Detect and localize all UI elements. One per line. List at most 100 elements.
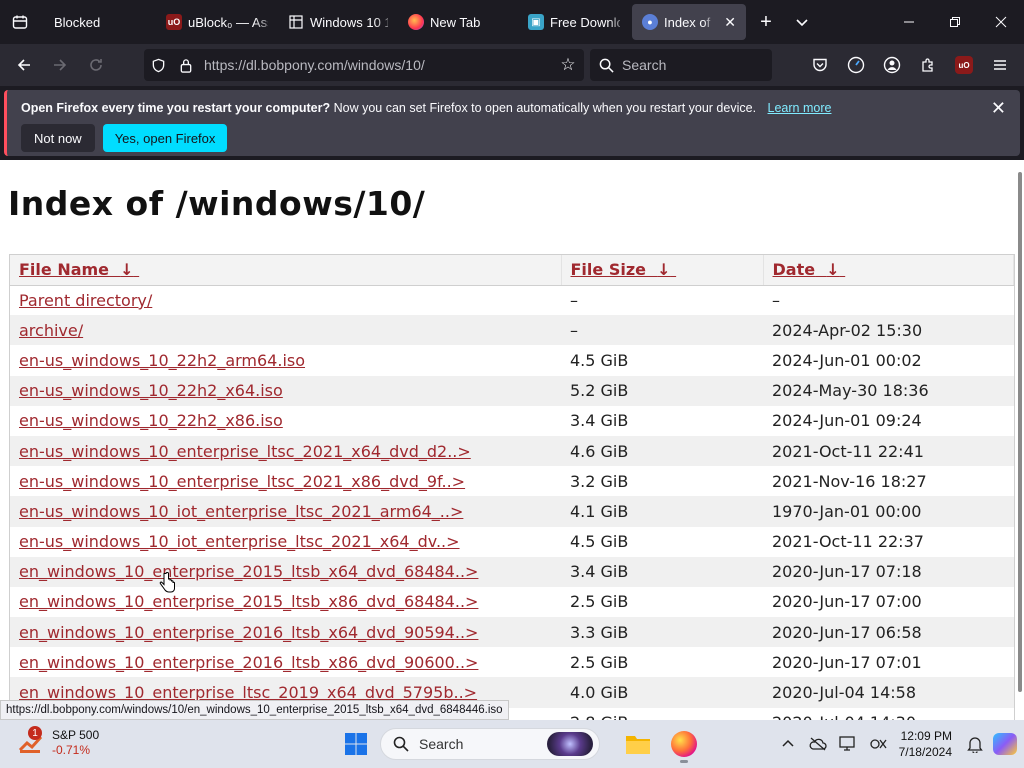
tab-free-download[interactable]: ▣ Free Downloa [518, 0, 630, 44]
file-explorer-button[interactable] [618, 724, 658, 764]
file-link[interactable]: en_windows_10_enterprise_2015_ltsb_x64_d… [19, 562, 478, 581]
tab-ublock[interactable]: uO uBlock₀ — Ass [156, 0, 278, 44]
file-link[interactable]: en_windows_10_enterprise_2016_ltsb_x64_d… [19, 623, 478, 642]
pocket-button[interactable] [802, 49, 838, 81]
table-row: Parent directory/ – – [10, 285, 1014, 315]
file-size-cell: 3.3 GiB [561, 617, 763, 648]
stock-widget[interactable]: 1 S&P 500 -0.71% [18, 726, 100, 758]
file-link[interactable]: en-us_windows_10_enterprise_ltsc_2021_x6… [19, 442, 471, 461]
file-link[interactable]: en-us_windows_10_22h2_x64.iso [19, 381, 283, 400]
notification-title: Open Firefox every time you restart your… [21, 101, 331, 115]
clock-date: 7/18/2024 [898, 745, 952, 759]
reload-button[interactable] [78, 49, 114, 81]
not-now-button[interactable]: Not now [21, 124, 95, 152]
display-icon[interactable] [833, 729, 863, 759]
file-link[interactable]: Parent directory/ [19, 291, 152, 310]
file-link[interactable]: en-us_windows_10_enterprise_ltsc_2021_x8… [19, 472, 465, 491]
table-row: en-us_windows_10_iot_enterprise_ltsc_202… [10, 527, 1014, 557]
file-date-cell: 2024-May-30 18:36 [763, 375, 1014, 406]
file-rows: Parent directory/– – archive/–2024-Apr-02 … [10, 285, 1014, 720]
file-name-cell: en-us_windows_10_22h2_arm64.iso [10, 345, 561, 375]
tab-label: Index of /w [664, 14, 714, 30]
file-link[interactable]: en-us_windows_10_iot_enterprise_ltsc_202… [19, 532, 460, 551]
menu-button[interactable] [982, 49, 1018, 81]
back-button[interactable] [6, 49, 42, 81]
file-link[interactable]: en_windows_10_enterprise_2015_ltsb_x86_d… [19, 592, 478, 611]
table-row: en_windows_10_enterprise_2016_ltsb_x86_d… [10, 647, 1014, 677]
yes-open-firefox-button[interactable]: Yes, open Firefox [102, 124, 228, 152]
notification-badge: 1 [28, 726, 42, 740]
close-window-button[interactable] [978, 0, 1024, 44]
file-name-cell: en-us_windows_10_iot_enterprise_ltsc_202… [10, 496, 561, 527]
sort-by-date-link[interactable]: Date ↓ [773, 260, 846, 279]
speed-dial-button[interactable] [838, 49, 874, 81]
close-tab-icon[interactable]: ✕ [724, 14, 736, 31]
forward-button[interactable] [42, 49, 78, 81]
extensions-button[interactable] [910, 49, 946, 81]
maximize-button[interactable] [932, 0, 978, 44]
file-link[interactable]: en_windows_10_enterprise_2016_ltsb_x86_d… [19, 653, 478, 672]
firefox-view-button[interactable] [0, 0, 40, 44]
file-date-cell: 2024-Apr-02 15:30 [763, 315, 1014, 346]
search-bar[interactable]: Search [590, 49, 772, 81]
tab-blocked[interactable]: Blocked [40, 0, 156, 44]
url-bar[interactable]: https://dl.bobpony.com/windows/10/ ☆ [144, 49, 584, 81]
plus-icon: + [760, 10, 772, 33]
firefox-taskbar-button[interactable] [664, 724, 704, 764]
network-icon[interactable] [863, 729, 893, 759]
header-date: Date ↓ [763, 255, 1014, 286]
file-link[interactable]: en-us_windows_10_22h2_arm64.iso [19, 351, 305, 370]
learn-more-link[interactable]: Learn more [768, 101, 832, 115]
tab-index-of[interactable]: ● Index of /w ✕ [632, 4, 746, 40]
page-scrollbar[interactable] [1016, 160, 1024, 720]
tab-newtab[interactable]: New Tab [398, 0, 518, 44]
copilot-icon[interactable] [990, 729, 1020, 759]
file-name-cell: en-us_windows_10_22h2_x86.iso [10, 406, 561, 436]
file-link[interactable]: en-us_windows_10_iot_enterprise_ltsc_202… [19, 502, 463, 521]
cloud-offline-icon[interactable] [803, 729, 833, 759]
list-all-tabs-button[interactable] [784, 4, 820, 40]
hand-cursor-icon [159, 572, 175, 593]
start-button[interactable] [338, 724, 374, 764]
notifications-bell-icon[interactable] [960, 729, 990, 759]
scrollbar-thumb[interactable] [1018, 172, 1022, 692]
stock-name: S&P 500 [52, 728, 100, 742]
shield-icon[interactable] [144, 58, 172, 73]
lock-icon[interactable] [172, 58, 200, 73]
tab-label: Free Downloa [550, 14, 620, 30]
toolbar-actions: uO [802, 49, 1018, 81]
tab-windows10[interactable]: Windows 10 1 [278, 0, 398, 44]
file-name-cell: archive/ [10, 315, 561, 346]
table-header-row: File Name ↓ File Size ↓ Date ↓ [10, 255, 1014, 286]
file-size-cell: – [570, 290, 578, 310]
file-link[interactable]: archive/ [19, 321, 83, 340]
sort-by-size-link[interactable]: File Size ↓ [571, 260, 677, 279]
file-name-cell: en-us_windows_10_enterprise_ltsc_2021_x8… [10, 466, 561, 496]
hamburger-menu-icon [994, 60, 1006, 70]
taskbar-search[interactable]: Search [380, 728, 600, 760]
table-row: en_windows_10_enterprise_2016_ltsb_x64_d… [10, 617, 1014, 648]
bookmark-star-icon[interactable]: ☆ [552, 55, 584, 75]
file-name-cell: en-us_windows_10_iot_enterprise_ltsc_202… [10, 527, 561, 557]
puzzle-icon [922, 58, 933, 72]
file-date-cell: 2021-Nov-16 18:27 [772, 471, 927, 491]
file-name-cell: en_windows_10_enterprise_2015_ltsb_x86_d… [10, 587, 561, 617]
sort-by-name-link[interactable]: File Name ↓ [19, 260, 139, 279]
url-text[interactable]: https://dl.bobpony.com/windows/10/ [204, 57, 552, 73]
show-hidden-icons[interactable] [773, 729, 803, 759]
account-button[interactable] [874, 49, 910, 81]
notification-close-icon[interactable]: ✕ [991, 98, 1006, 119]
page-content: Index of /windows/10/ File Name ↓ File S… [0, 160, 1016, 720]
file-date-cell: 2021-Oct-11 22:41 [763, 435, 1014, 467]
file-size-cell: 3.4 GiB [561, 556, 763, 587]
ublock-button[interactable]: uO [946, 49, 982, 81]
file-link[interactable]: en-us_windows_10_22h2_x86.iso [19, 411, 283, 430]
clock[interactable]: 12:09 PM 7/18/2024 [899, 728, 952, 760]
generic-page-icon: ● [642, 14, 658, 30]
table-row: en-us_windows_10_22h2_arm64.iso 4.5 GiB 20… [10, 345, 1014, 375]
search-icon [590, 58, 622, 73]
new-tab-button[interactable]: + [748, 4, 784, 40]
window-controls [886, 0, 1024, 44]
minimize-button[interactable] [886, 0, 932, 44]
firefox-icon [671, 731, 697, 757]
